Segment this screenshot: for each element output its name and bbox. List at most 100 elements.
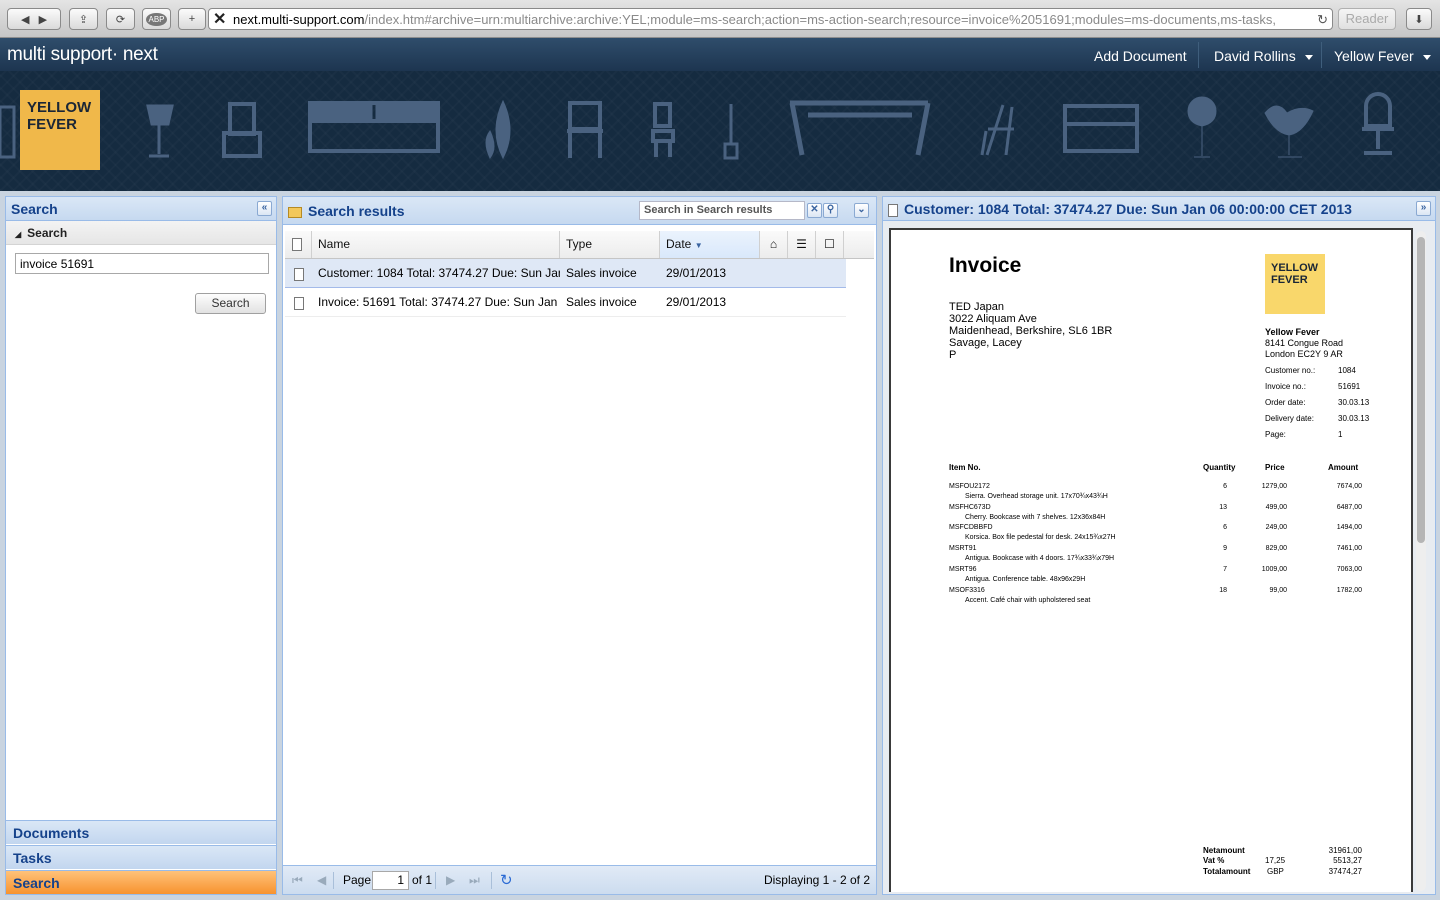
adblock-button[interactable]: ABP [142,8,171,30]
doc-column-header[interactable] [285,231,312,258]
invoice-heading: Invoice [949,254,1022,277]
add-document-button[interactable]: Add Document [1094,48,1187,64]
refresh-icon[interactable]: ↻ [500,866,513,895]
item-amount: 1494,00 [1336,524,1362,532]
attachment-column-header[interactable]: ⌂ [760,231,788,258]
document-icon [888,203,898,217]
seller-name: Yellow Fever [1265,327,1320,337]
downloads-button[interactable]: ⬇ [1406,8,1432,30]
search-button[interactable]: Search [195,293,266,314]
item-price: 499,00 [1265,503,1287,511]
search-section-header[interactable]: ◢ Search [6,221,276,245]
furniture-illustration [0,92,1394,160]
results-title: Search results [308,203,405,219]
row-type: Sales invoice [566,266,637,280]
item-quantity: 7 [1223,565,1227,573]
app-logo: multi support· next [7,44,158,65]
lamp-icon [146,104,174,158]
next-page-icon[interactable]: ▶ [446,866,455,895]
item-number: MSOF3316 [949,586,985,594]
customer-line: 3022 Aliquam Ave [949,313,1037,325]
total-label: Totalamount [1203,867,1251,876]
collapse-right-icon[interactable]: » [1416,201,1431,216]
brand-line1: YELLOW [27,99,92,116]
first-page-icon[interactable]: ⏮ [292,866,303,895]
vat-label: Vat % [1203,856,1225,865]
header-divider [1198,42,1199,68]
history-icon: ⟳ [115,13,126,26]
reload-icon[interactable]: ↻ [1314,9,1328,29]
header-divider [1321,42,1322,68]
expand-down-icon[interactable]: ⌄ [854,203,869,218]
item-amount: 1782,00 [1336,586,1362,594]
date-column-header[interactable]: Date ▼ [660,231,760,258]
forward-icon[interactable]: ▶ [39,13,47,26]
item-quantity: 6 [1223,524,1227,532]
meta-value: 1084 [1338,366,1356,375]
meta-label: Invoice no.: [1265,382,1306,391]
archive-menu[interactable]: Yellow Fever [1334,48,1431,64]
back-icon[interactable]: ◀ [21,13,29,26]
user-menu[interactable]: David Rollins [1214,48,1313,64]
type-column-header[interactable]: Type [560,231,660,258]
notes-icon: ☰ [796,237,807,251]
new-tab-button[interactable]: + [178,8,206,30]
search-icon[interactable]: ⚲ [823,203,838,218]
clear-search-icon[interactable]: ✕ [807,203,822,218]
search-results-panel: Search results Search in Search results … [282,196,877,895]
net-value: 31961,00 [1328,846,1362,855]
table-row[interactable]: Customer: 1084 Total: 37474.27 Due: Sun … [285,259,846,288]
results-pager: ⏮ ◀ Page 1 of 1 ▶ ⏭ ↻ Displaying 1 - 2 o… [283,865,876,894]
page-divider [491,872,492,889]
item-amount: 6487,00 [1336,503,1362,511]
accordion-search[interactable]: Search [6,870,276,894]
last-page-icon[interactable]: ⏭ [469,866,480,895]
reader-button[interactable]: Reader [1338,8,1396,30]
search-section-title: Search [27,226,68,240]
quantity-header: Quantity [1203,463,1236,472]
name-column-header[interactable]: Name [312,231,560,258]
prev-page-icon[interactable]: ◀ [317,866,326,895]
item-price: 1009,00 [1261,565,1287,573]
meta-label: Delivery date: [1265,414,1314,423]
results-search-input[interactable]: Search in Search results [639,201,805,220]
attachment-icon: ⌂ [769,237,778,251]
row-date: 29/01/2013 [666,295,727,309]
address-bar[interactable]: ✕ next.multi-support.com/index.htm#archi… [208,8,1333,30]
customer-line: Maidenhead, Berkshire, SL6 1BR [949,325,1113,337]
accordion-tasks[interactable]: Tasks [6,845,276,869]
url-path: /index.htm#archive=urn:multiarchive:arch… [364,12,1277,27]
share-button[interactable]: ⇪ [69,8,98,30]
archive-name: Yellow Fever [1334,48,1414,64]
price-header: Price [1265,463,1285,472]
seller-address: Yellow Fever 8141 Congue Road London EC2… [1265,327,1343,360]
customer-address: TED Japan 3022 Aliquam Ave Maidenhead, B… [949,301,1112,361]
page-divider [333,872,334,889]
item-price: 249,00 [1265,524,1287,532]
document-icon [294,289,304,316]
item-quantity: 13 [1219,503,1227,511]
history-button[interactable]: ⟳ [106,8,135,30]
collapse-left-icon[interactable]: « [257,201,272,216]
item-quantity: 18 [1219,586,1227,594]
item-quantity: 9 [1223,545,1227,553]
table-row[interactable]: Invoice: 51691 Total: 37474.27 Due: Sun … [285,288,846,317]
page-count: of 1 [412,873,433,887]
results-grid-header: Name Type Date ▼ ⌂ ☰ ☐ [285,231,874,259]
document-preview-panel: Customer: 1084 Total: 37474.27 Due: Sun … [882,196,1436,895]
comments-column-header[interactable]: ☐ [816,231,844,258]
document-icon [292,238,302,252]
preview-scrollbar[interactable] [1416,231,1426,891]
comment-icon: ☐ [824,237,835,251]
net-label: Netamount [1203,846,1245,855]
row-date: 29/01/2013 [666,266,727,280]
scrollbar-thumb[interactable] [1417,237,1425,543]
back-forward-buttons[interactable]: ◀ ▶ [7,8,61,30]
search-input[interactable] [15,253,269,274]
page-number-input[interactable]: 1 [372,871,409,890]
notes-column-header[interactable]: ☰ [788,231,816,258]
accordion-documents[interactable]: Documents [6,820,276,844]
preview-title: Customer: 1084 Total: 37474.27 Due: Sun … [904,201,1352,217]
meta-value: 1 [1338,430,1343,439]
invoice-logo-line1: YELLOW [1271,262,1319,274]
